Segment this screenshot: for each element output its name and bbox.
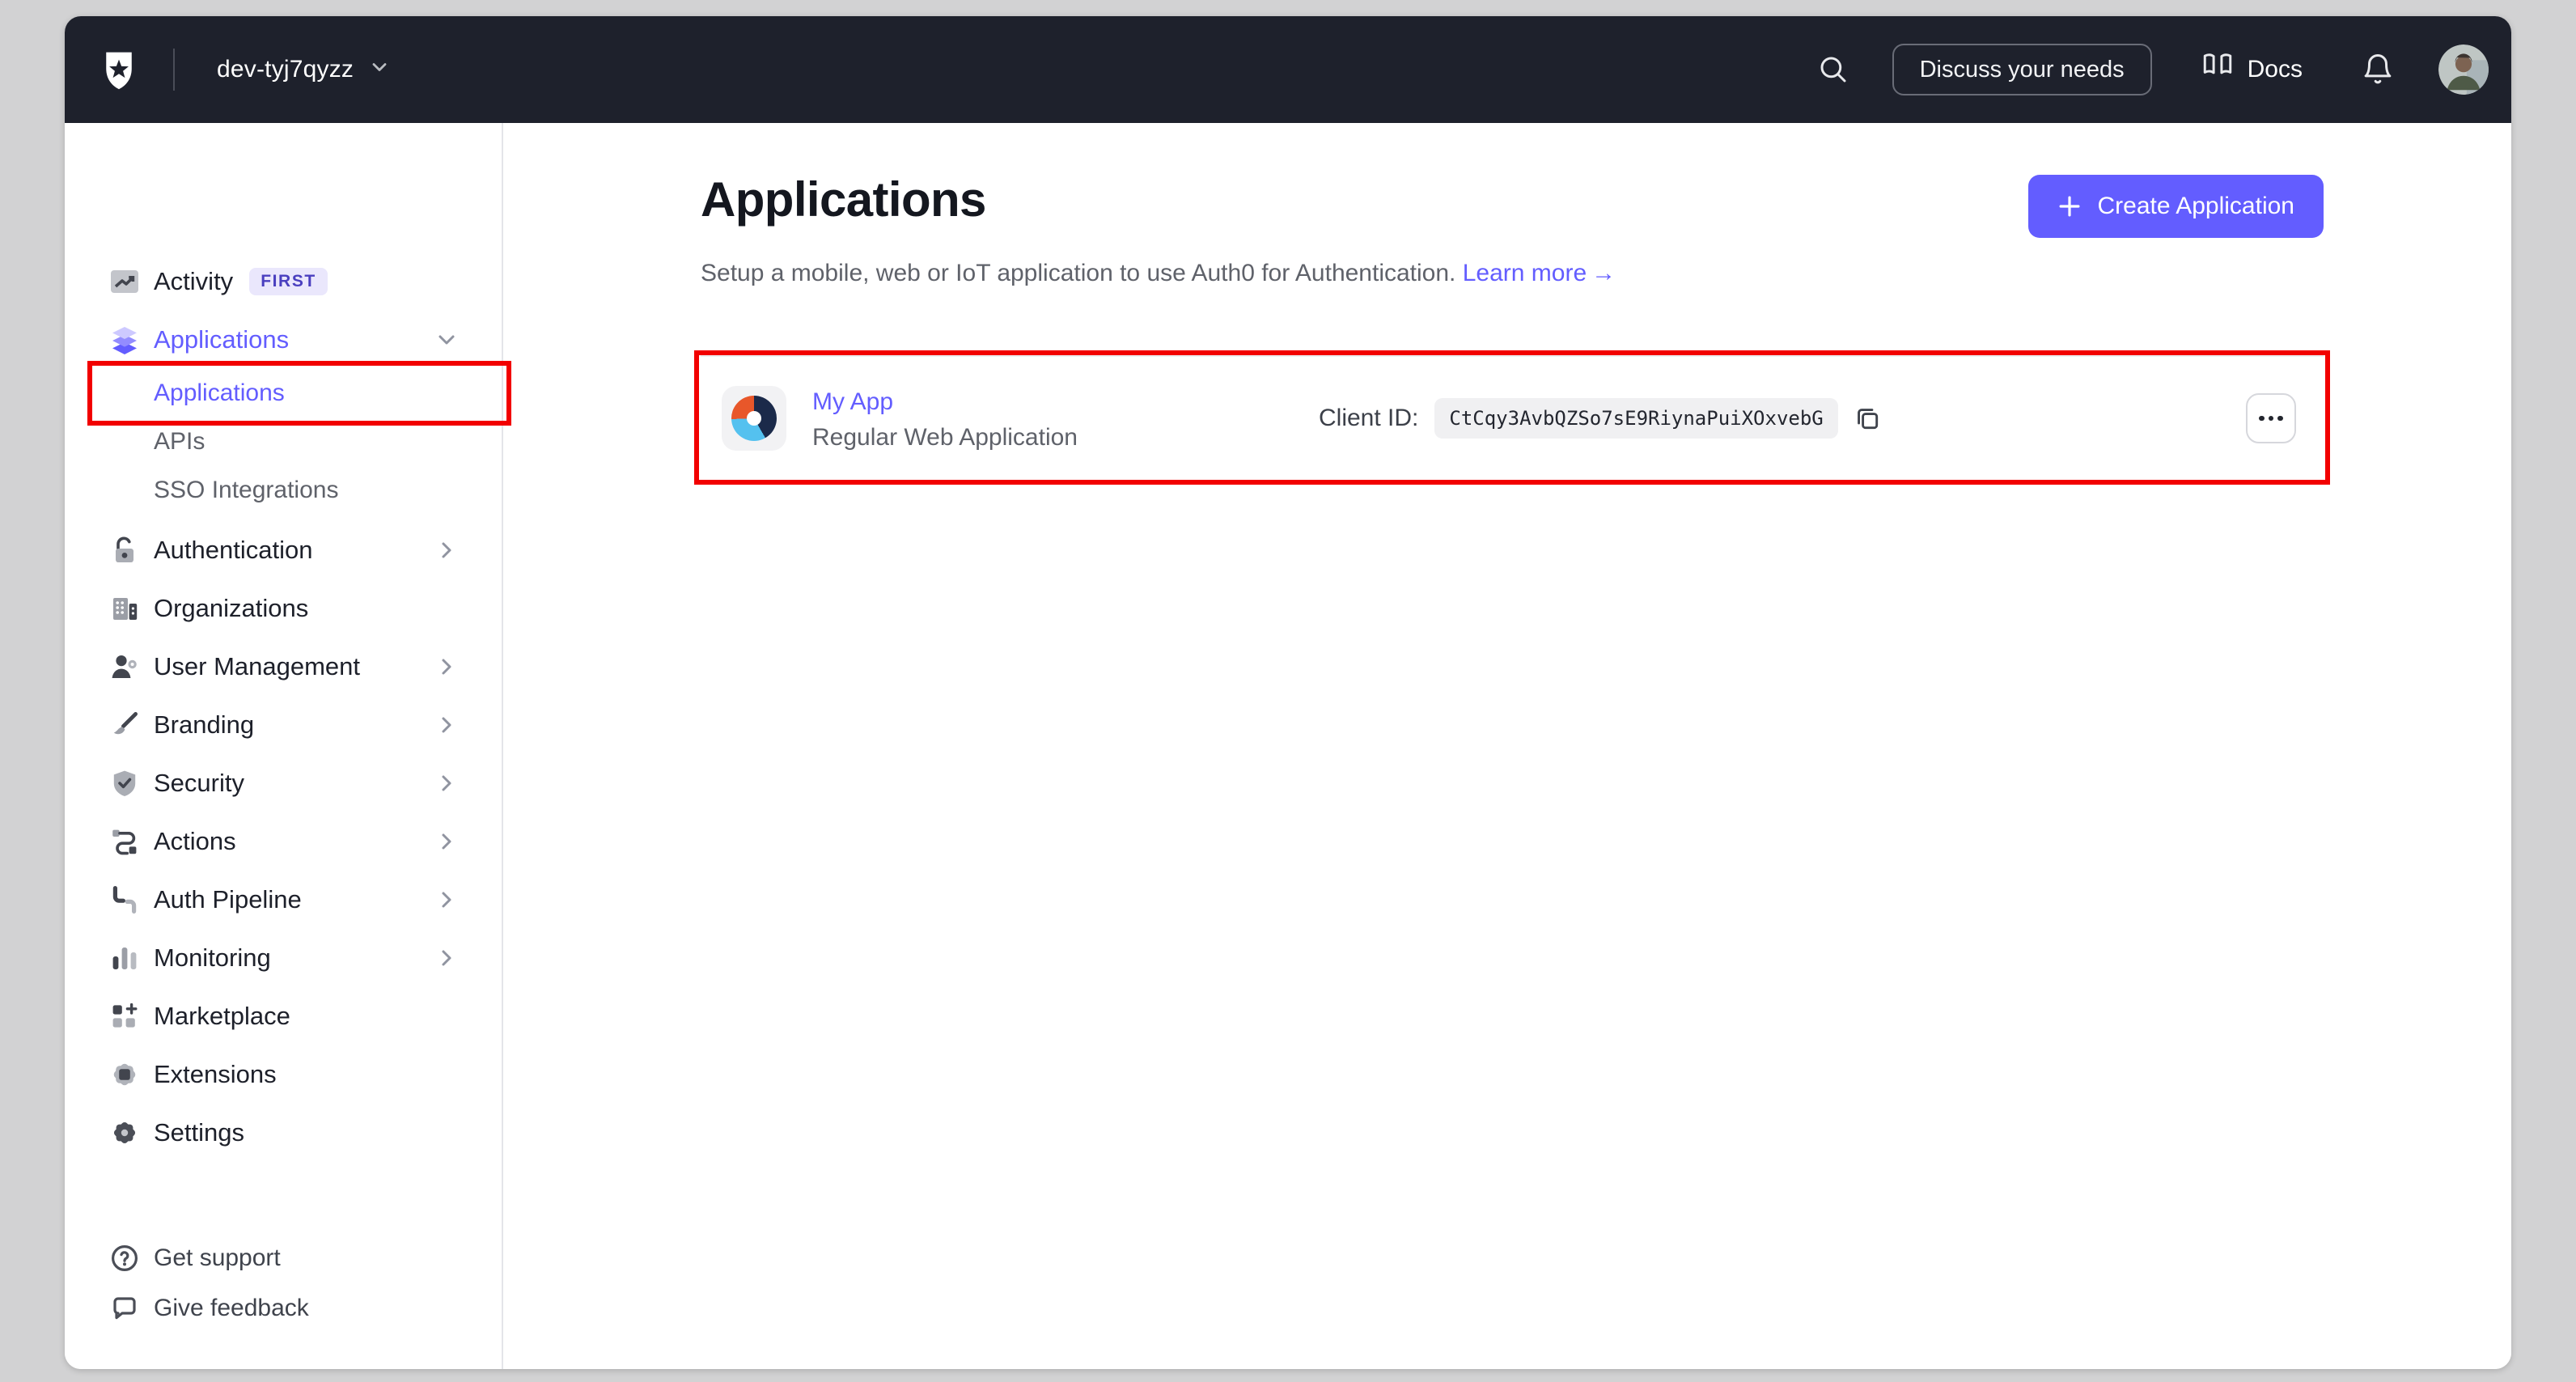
client-id-value: CtCqy3AvbQZSo7sE9RiynaPuiXOxvebG <box>1434 398 1838 439</box>
sidebar-item-organizations[interactable]: Organizations <box>65 579 502 638</box>
chevron-right-icon <box>434 654 460 680</box>
top-navbar: dev-tyj7qyzz Discuss your needs Docs <box>65 16 2511 123</box>
navbar-divider <box>173 49 175 91</box>
app-logo <box>722 386 786 451</box>
sidebar-item-settings[interactable]: Settings <box>65 1104 502 1162</box>
get-support-link[interactable]: Get support <box>65 1233 502 1283</box>
bar-chart-icon <box>108 942 141 974</box>
app-type: Regular Web Application <box>812 423 1078 451</box>
pipeline-icon <box>108 884 141 916</box>
sidebar-subitem-sso-integrations[interactable]: SSO Integrations <box>65 466 502 515</box>
chevron-right-icon <box>434 829 460 854</box>
chevron-down-icon <box>368 55 391 85</box>
search-icon[interactable] <box>1816 53 1850 87</box>
sidebar-footer: Get support Give feedback <box>65 1233 502 1333</box>
sidebar-item-label: Applications <box>154 325 290 354</box>
discuss-your-needs-button[interactable]: Discuss your needs <box>1892 44 2152 95</box>
applications-list: My App Regular Web Application Client ID… <box>694 350 2330 485</box>
learn-more-link[interactable]: Learn more <box>1463 260 1587 286</box>
sidebar-subitem-applications[interactable]: Applications <box>65 361 511 426</box>
tenant-switcher[interactable]: dev-tyj7qyzz <box>217 55 391 85</box>
page-subtitle: Setup a mobile, web or IoT application t… <box>701 260 1616 286</box>
book-open-icon <box>2201 49 2235 90</box>
sidebar-item-branding[interactable]: Branding <box>65 696 502 754</box>
flow-icon <box>108 825 141 858</box>
grid-plus-icon <box>108 1000 141 1032</box>
navbar-right: Discuss your needs Docs <box>1816 44 2511 95</box>
chevron-right-icon <box>434 770 460 796</box>
arrow-right-icon: → <box>1591 260 1616 286</box>
paintbrush-icon <box>108 709 141 741</box>
chevron-right-icon <box>434 537 460 563</box>
more-options-button[interactable] <box>2246 393 2296 443</box>
application-row[interactable]: My App Regular Web Application Client ID… <box>694 350 2330 485</box>
app-logo-icon <box>731 396 777 441</box>
client-id-label: Client ID: <box>1319 405 1419 431</box>
first-badge: FIRST <box>249 268 328 295</box>
gear-icon <box>108 1117 141 1149</box>
sidebar-subitem-apis[interactable]: APIs <box>65 418 502 466</box>
app-name-link[interactable]: My App <box>812 388 893 416</box>
navbar-left: dev-tyj7qyzz <box>97 48 391 91</box>
layers-icon <box>108 324 141 356</box>
main-content: Applications Setup a mobile, web or IoT … <box>505 123 2511 1369</box>
sidebar-item-applications[interactable]: Applications <box>65 311 502 369</box>
sidebar-item-auth-pipeline[interactable]: Auth Pipeline <box>65 871 502 929</box>
copy-icon[interactable] <box>1853 404 1882 433</box>
client-id-group: Client ID: CtCqy3AvbQZSo7sE9RiynaPuiXOxv… <box>1319 398 1882 439</box>
content-area: Activity FIRST Applications Applications <box>65 123 2511 1369</box>
docs-link[interactable]: Docs <box>2201 49 2303 90</box>
chevron-right-icon <box>434 887 460 913</box>
bell-icon[interactable] <box>2361 53 2395 87</box>
lock-icon <box>108 534 141 566</box>
sidebar-item-monitoring[interactable]: Monitoring <box>65 929 502 987</box>
tenant-name: dev-tyj7qyzz <box>217 56 354 83</box>
chip-icon <box>108 1058 141 1091</box>
sidebar-item-security[interactable]: Security <box>65 754 502 812</box>
sidebar-item-activity[interactable]: Activity FIRST <box>65 252 502 311</box>
page-header: Applications Setup a mobile, web or IoT … <box>701 172 2324 287</box>
sidebar-item-actions[interactable]: Actions <box>65 812 502 871</box>
shield-check-icon <box>108 767 141 799</box>
sidebar-item-label: Activity <box>154 267 234 295</box>
more-options-icon <box>2259 415 2265 422</box>
sidebar: Activity FIRST Applications Applications <box>65 123 511 1369</box>
page: { "colors": { "accent": "#635dff", "anno… <box>0 0 2576 1382</box>
building-icon <box>108 592 141 625</box>
sidebar-item-authentication[interactable]: Authentication <box>65 521 502 579</box>
avatar[interactable] <box>2438 45 2489 95</box>
annotation-box-sidebar-applications <box>87 361 511 426</box>
chevron-right-icon <box>434 945 460 971</box>
docs-label: Docs <box>2247 56 2303 83</box>
applications-submenu: Applications APIs SSO Integrations <box>65 361 511 515</box>
speech-bubble-icon <box>108 1292 141 1325</box>
give-feedback-link[interactable]: Give feedback <box>65 1283 502 1333</box>
activity-icon <box>108 265 141 298</box>
chevron-right-icon <box>434 712 460 738</box>
create-application-button[interactable]: Create Application <box>2027 175 2324 238</box>
sidebar-item-marketplace[interactable]: Marketplace <box>65 987 502 1045</box>
user-gear-icon <box>108 651 141 683</box>
help-circle-icon <box>108 1242 141 1274</box>
page-title: Applications <box>701 172 986 227</box>
page-header-text: Applications Setup a mobile, web or IoT … <box>701 172 1616 287</box>
auth0-logo-icon[interactable] <box>97 48 141 91</box>
app-window: dev-tyj7qyzz Discuss your needs Docs Act… <box>65 16 2511 1369</box>
chevron-down-icon <box>434 327 460 353</box>
app-meta: My App Regular Web Application <box>812 386 1078 451</box>
plus-icon <box>2057 194 2082 218</box>
sidebar-item-user-management[interactable]: User Management <box>65 638 502 696</box>
sidebar-item-extensions[interactable]: Extensions <box>65 1045 502 1104</box>
